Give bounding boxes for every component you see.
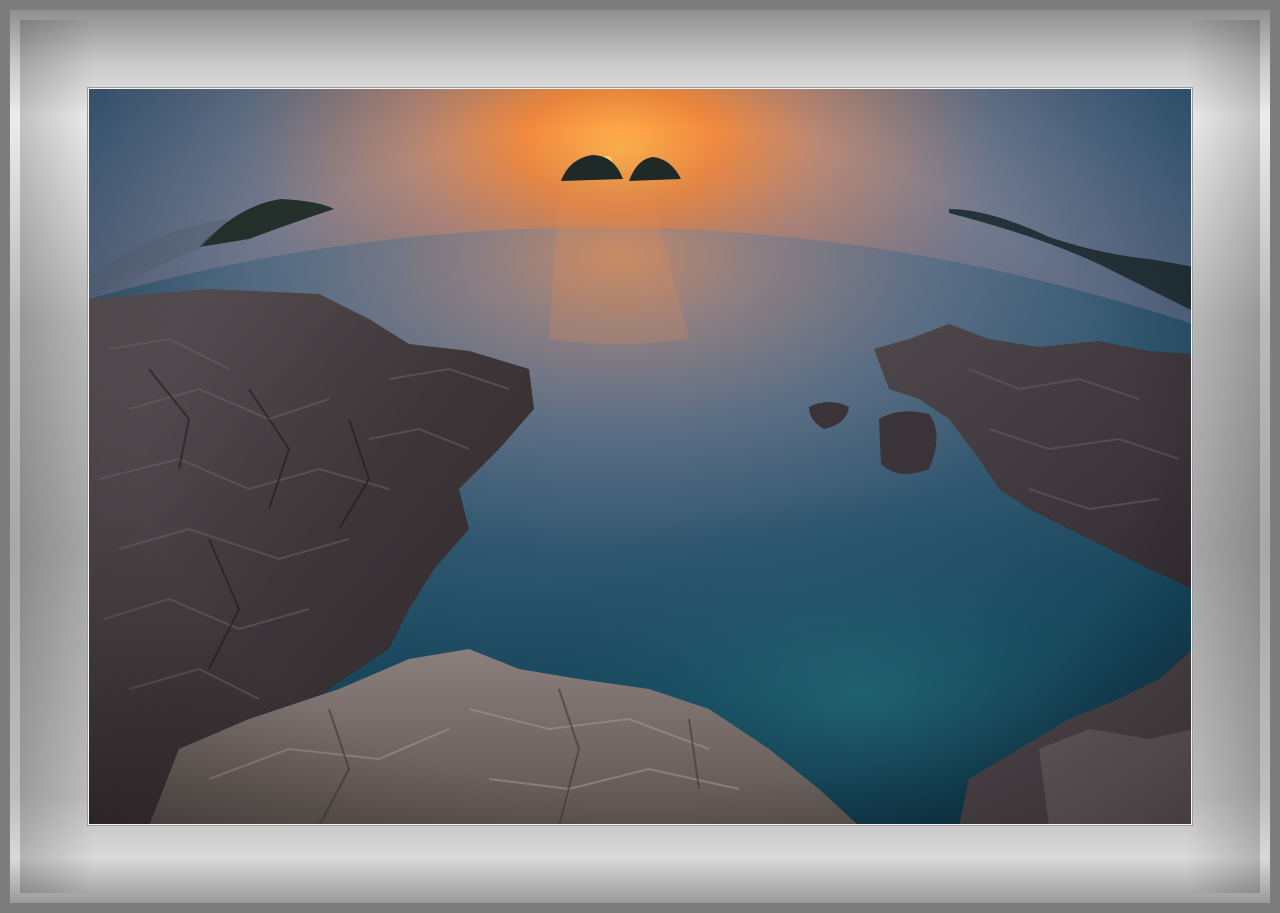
photo bbox=[88, 88, 1192, 825]
vignette bbox=[89, 89, 1191, 824]
seascape-illustration bbox=[89, 89, 1191, 824]
